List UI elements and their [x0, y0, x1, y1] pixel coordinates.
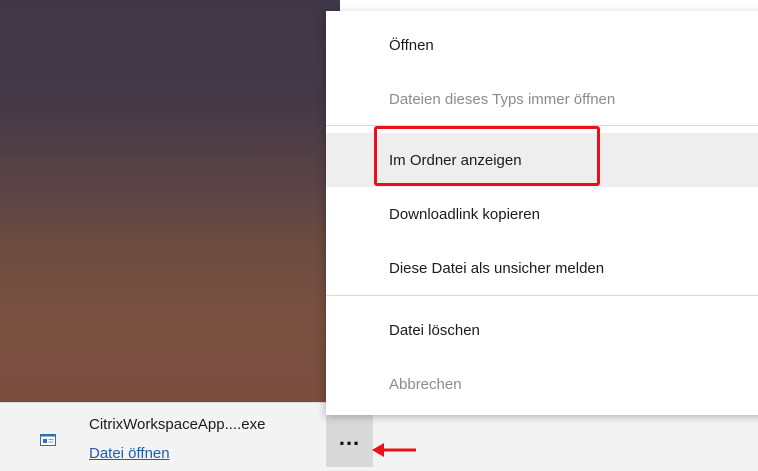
- menu-separator: [326, 295, 758, 296]
- menu-item-label: Öffnen: [389, 36, 434, 54]
- open-file-link[interactable]: Datei öffnen: [89, 445, 170, 462]
- menu-item-delete-file[interactable]: Datei löschen: [326, 303, 758, 357]
- red-arrow-annotation: [372, 443, 416, 457]
- screenshot-root: CitrixWorkspaceApp....exe Datei öffnen .…: [0, 0, 758, 471]
- menu-item-label: Diese Datei als unsicher melden: [389, 259, 605, 277]
- more-options-icon: ...: [338, 424, 361, 450]
- download-context-menu: Öffnen Dateien dieses Typs immer öffnen …: [326, 11, 758, 415]
- menu-item-cancel: Abbrechen: [326, 357, 758, 411]
- menu-item-always-open-type: Dateien dieses Typs immer öffnen: [326, 72, 758, 126]
- menu-item-label: Datei löschen: [389, 321, 480, 339]
- menu-item-copy-download-link[interactable]: Downloadlink kopieren: [326, 187, 758, 241]
- menu-separator: [326, 125, 758, 126]
- page-backdrop: [0, 0, 340, 404]
- menu-item-label: Im Ordner anzeigen: [389, 151, 522, 169]
- more-options-button[interactable]: ...: [326, 412, 373, 467]
- menu-item-label: Dateien dieses Typs immer öffnen: [389, 90, 616, 108]
- download-file-name: CitrixWorkspaceApp....exe: [89, 416, 266, 433]
- download-item[interactable]: CitrixWorkspaceApp....exe Datei öffnen: [0, 403, 326, 471]
- installer-file-icon: [40, 433, 56, 446]
- menu-item-report-unsafe[interactable]: Diese Datei als unsicher melden: [326, 241, 758, 295]
- menu-item-label: Abbrechen: [389, 375, 462, 393]
- menu-item-show-in-folder[interactable]: Im Ordner anzeigen: [326, 133, 758, 187]
- menu-item-open[interactable]: Öffnen: [326, 18, 758, 72]
- menu-item-label: Downloadlink kopieren: [389, 205, 540, 223]
